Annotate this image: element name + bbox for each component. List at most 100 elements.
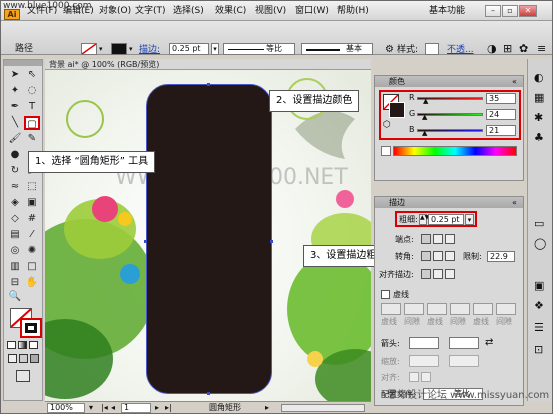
rounded-rectangle-shape[interactable] [146, 84, 272, 394]
next-page-icon[interactable]: ▸ [155, 403, 159, 413]
weight-stepper-icon[interactable]: ▲▼ [419, 214, 429, 225]
document-tab[interactable]: 背景 ai* @ 100% (RGB/预览) [45, 59, 371, 70]
workspace-switcher[interactable]: 基本功能 [429, 4, 465, 18]
b-value-field[interactable]: 21 [486, 125, 516, 136]
minimize-icon[interactable]: – [485, 5, 501, 17]
transform-icon[interactable]: ⊞ [503, 43, 512, 55]
symbol-sprayer-tool-icon[interactable]: ✺ [24, 244, 40, 258]
recolor-icon[interactable]: ◑ [487, 43, 497, 55]
arrow-tip-at-end-icon[interactable] [421, 372, 431, 382]
b-slider-thumb[interactable]: ▲ [422, 130, 427, 137]
weight-dropdown-icon[interactable]: ▾ [465, 214, 474, 225]
lasso-tool-icon[interactable]: ◌ [24, 84, 40, 98]
bevel-join-icon[interactable] [445, 251, 455, 261]
blend-tool-icon[interactable]: ◎ [7, 244, 23, 258]
mesh-tool-icon[interactable]: # [24, 212, 40, 226]
symbols-icon[interactable]: ♣ [534, 131, 544, 144]
last-page-icon[interactable]: ▸| [165, 403, 172, 413]
style-swatch[interactable] [425, 43, 439, 55]
horizontal-scrollbar[interactable] [281, 404, 365, 412]
weight-field[interactable]: 0.25 pt [428, 214, 464, 225]
stroke-weight-dropdown-icon[interactable]: ▾ [211, 43, 219, 55]
start-arrow-select[interactable] [409, 337, 439, 349]
zoom-field[interactable]: 100% [47, 403, 85, 413]
artboards-icon[interactable]: ⊡ [534, 343, 543, 356]
anchor-point[interactable] [270, 240, 273, 243]
menu-select[interactable]: 选择(S) [173, 4, 204, 18]
color-mode-icon[interactable] [7, 341, 16, 349]
arrow-tip-extends-icon[interactable] [409, 372, 419, 382]
toolbox-grip[interactable] [4, 60, 42, 66]
transparency-icon[interactable]: ◯ [534, 237, 546, 250]
round-cap-icon[interactable] [433, 234, 443, 244]
end-arrow-select[interactable] [449, 337, 479, 349]
gap-field[interactable] [450, 303, 470, 315]
paintbrush-tool-icon[interactable]: 🖌 [7, 132, 23, 146]
panel-menu-icon[interactable]: ≡ [537, 43, 546, 55]
color-guide-icon[interactable]: ◐ [534, 71, 544, 84]
page-field[interactable]: 1 [121, 403, 151, 413]
draw-behind-icon[interactable] [19, 354, 28, 363]
zoom-tool-icon[interactable]: 🔍 [7, 290, 23, 304]
spectrum-none-swatch[interactable] [381, 146, 391, 156]
dash-field[interactable] [381, 303, 401, 315]
fill-dropdown-icon[interactable]: ▾ [99, 45, 103, 53]
shape-builder-tool-icon[interactable]: ◈ [7, 196, 23, 210]
gradient-panel-icon[interactable]: ▭ [534, 217, 544, 230]
variable-width-profile[interactable]: 等比 [223, 43, 295, 55]
end-scale-field[interactable] [449, 355, 479, 367]
align-outside-icon[interactable] [445, 269, 455, 279]
rounded-rectangle-tool-icon[interactable]: ▢ [24, 116, 40, 130]
start-scale-field[interactable] [409, 355, 439, 367]
menu-window[interactable]: 窗口(W) [295, 4, 329, 18]
hand-tool-icon[interactable]: ✋ [24, 276, 40, 290]
r-value-field[interactable]: 35 [486, 93, 516, 104]
color-spectrum[interactable] [393, 146, 517, 156]
stroke-panel-collapse-icon[interactable]: « [512, 197, 517, 208]
opacity-link[interactable]: 不透... [447, 44, 474, 56]
gap-field[interactable] [404, 303, 424, 315]
artboard-tool-icon[interactable]: □ [24, 260, 40, 274]
limit-field[interactable]: 22.9 [487, 251, 515, 262]
stroke-swatch[interactable] [111, 43, 127, 55]
swatches-icon[interactable]: ▦ [534, 91, 544, 104]
none-mode-icon[interactable] [29, 341, 38, 349]
column-graph-tool-icon[interactable]: ▥ [7, 260, 23, 274]
gradient-tool-icon[interactable]: ▤ [7, 228, 23, 242]
g-value-field[interactable]: 24 [486, 109, 516, 120]
appearance-icon[interactable]: ▣ [534, 279, 544, 292]
gap-field[interactable] [496, 303, 516, 315]
swap-arrows-icon[interactable]: ⇄ [485, 337, 493, 349]
graphic-styles-icon[interactable]: ❖ [534, 299, 544, 312]
panel-stroke-icon[interactable] [389, 102, 405, 118]
selection-tool-icon[interactable]: ➤ [7, 68, 23, 82]
menu-file[interactable]: 文件(F) [27, 4, 57, 18]
stroke-link[interactable]: 描边: [139, 44, 160, 56]
restore-icon[interactable]: ▫ [502, 5, 518, 17]
blob-brush-tool-icon[interactable]: ● [7, 148, 23, 162]
g-slider-thumb[interactable]: ▲ [422, 114, 427, 121]
layers-icon[interactable]: ☰ [534, 321, 544, 334]
square-cap-icon[interactable] [445, 234, 455, 244]
direct-selection-tool-icon[interactable]: ⇖ [24, 68, 40, 82]
menu-help[interactable]: 帮助(H) [337, 4, 369, 18]
perspective-grid-tool-icon[interactable]: ◇ [7, 212, 23, 226]
menu-effect[interactable]: 效果(C) [215, 4, 246, 18]
fill-swatch[interactable] [81, 43, 97, 55]
screen-mode-icon[interactable] [16, 370, 30, 382]
dash-checkbox[interactable] [381, 290, 390, 299]
round-join-icon[interactable] [433, 251, 443, 261]
slice-tool-icon[interactable]: ⊟ [7, 276, 23, 290]
first-page-icon[interactable]: |◂ [101, 403, 108, 413]
draw-inside-icon[interactable] [30, 354, 39, 363]
dash-field[interactable] [473, 303, 493, 315]
anchor-point[interactable] [207, 83, 210, 86]
anchor-point[interactable] [207, 392, 210, 395]
stroke-dropdown-icon[interactable]: ▾ [129, 45, 133, 53]
anchor-point[interactable] [144, 240, 147, 243]
pen-tool-icon[interactable]: ✒ [7, 100, 23, 114]
settings-icon[interactable]: ✿ [519, 43, 528, 55]
align-center-icon[interactable] [421, 269, 431, 279]
magic-wand-tool-icon[interactable]: ✦ [7, 84, 23, 98]
gradient-mode-icon[interactable] [18, 341, 27, 349]
